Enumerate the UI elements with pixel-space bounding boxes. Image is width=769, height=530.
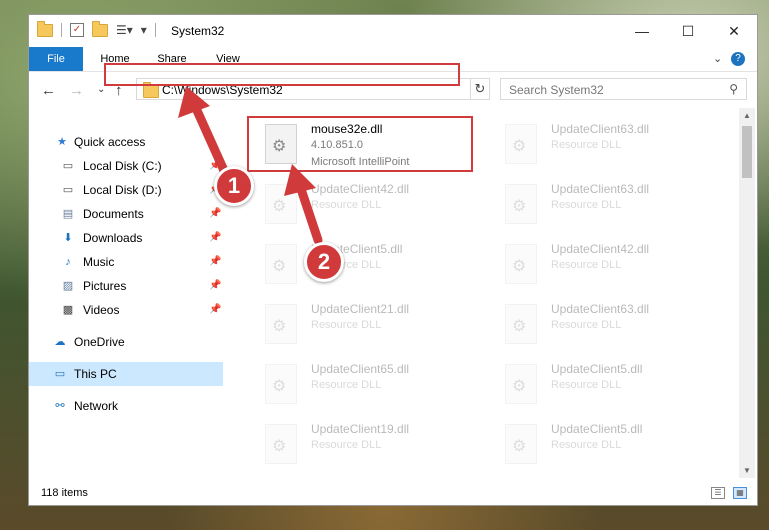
arrow-1 — [178, 86, 231, 180]
step-2-badge: 2 — [304, 242, 344, 282]
annotation-arrows — [178, 86, 323, 245]
step-1-badge: 1 — [214, 166, 254, 206]
arrow-2 — [284, 164, 323, 245]
